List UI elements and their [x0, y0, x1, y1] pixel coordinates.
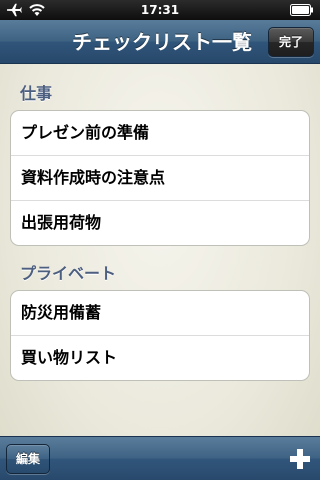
navigation-bar: チェックリスト一覧 完了	[0, 20, 320, 64]
list-item[interactable]: プレゼン前の準備	[11, 111, 309, 156]
plus-icon[interactable]	[288, 447, 312, 471]
checklist-group-private: 防災用備蓄 買い物リスト	[10, 290, 310, 381]
bottom-toolbar: 編集	[0, 436, 320, 480]
list-item[interactable]: 出張用荷物	[11, 201, 309, 245]
list-item[interactable]: 買い物リスト	[11, 336, 309, 380]
done-button[interactable]: 完了	[268, 27, 314, 57]
status-time: 17:31	[140, 3, 180, 17]
battery-icon	[290, 4, 313, 16]
list-item[interactable]: 資料作成時の注意点	[11, 156, 309, 201]
edit-button[interactable]: 編集	[6, 444, 50, 474]
list-item[interactable]: 防災用備蓄	[11, 291, 309, 336]
section-header-private: プライベート	[20, 264, 117, 283]
checklist-group-work: プレゼン前の準備 資料作成時の注意点 出張用荷物	[10, 110, 310, 246]
status-bar: 17:31	[0, 0, 320, 20]
page-title: チェックリスト一覧	[72, 30, 252, 54]
section-header-work: 仕事	[20, 84, 53, 103]
